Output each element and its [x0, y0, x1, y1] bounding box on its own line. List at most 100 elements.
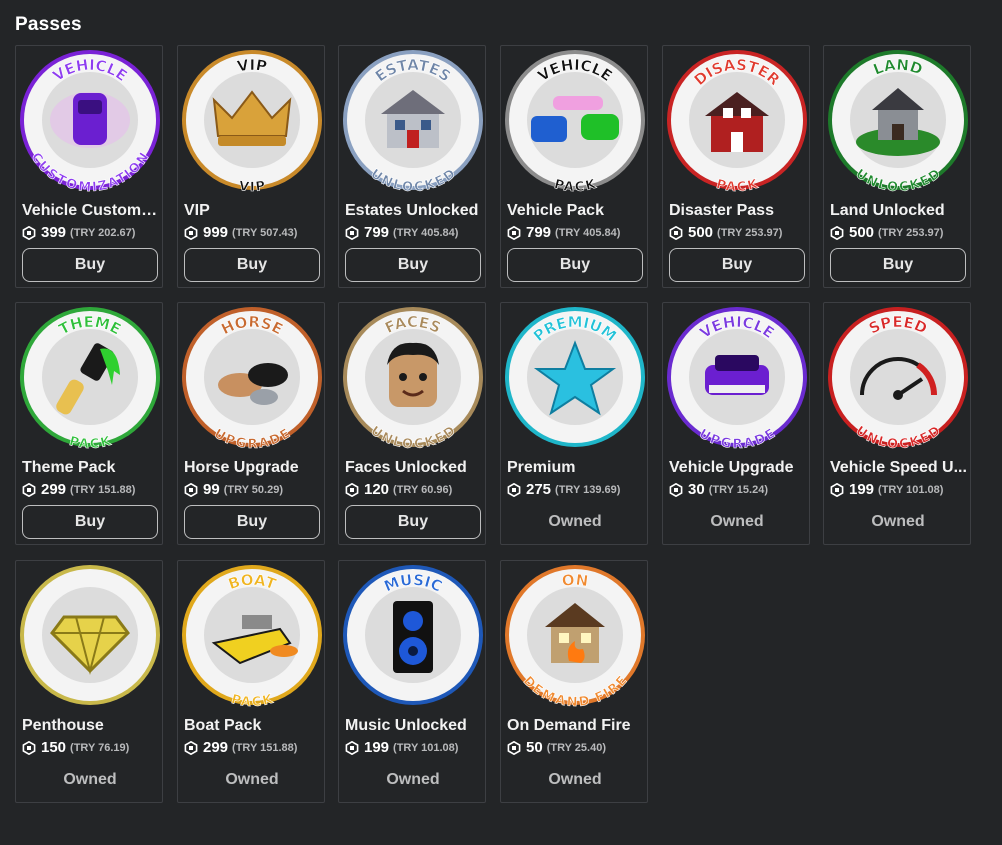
price-try: (TRY 15.24)	[708, 483, 768, 496]
pass-price: 275 (TRY 139.69)	[507, 481, 647, 498]
robux-icon	[669, 225, 683, 240]
price-try: (TRY 405.84)	[393, 226, 459, 239]
robux-icon	[22, 482, 36, 497]
pass-price: 299 (TRY 151.88)	[22, 481, 162, 498]
buy-button[interactable]: Buy	[184, 248, 320, 282]
price-amount: 799	[364, 224, 390, 241]
price-amount: 500	[849, 224, 875, 241]
pass-price: 199 (TRY 101.08)	[345, 739, 485, 756]
pass-name[interactable]: Vehicle Customiz...	[22, 202, 160, 220]
speedometer-badge-icon[interactable]: SPEED UNLOCKED	[826, 305, 970, 449]
pass-price: 799 (TRY 405.84)	[345, 224, 485, 241]
pass-price: 150 (TRY 76.19)	[22, 739, 162, 756]
purple-car-badge-icon[interactable]: VEHICLE CUSTOMIZATION	[18, 48, 162, 192]
buy-button[interactable]: Buy	[345, 505, 481, 539]
face-badge-icon[interactable]: FACES UNLOCKED	[341, 305, 485, 449]
pass-card[interactable]: VEHICLE CUSTOMIZATION Vehicle Customiz... 3…	[15, 45, 163, 288]
land-house-badge-icon[interactable]: LAND UNLOCKED	[826, 48, 970, 192]
price-try: (TRY 101.08)	[878, 483, 944, 496]
pass-name[interactable]: Penthouse	[22, 717, 160, 735]
owned-label: Owned	[63, 771, 117, 788]
star-badge-icon[interactable]: PREMIUM	[503, 305, 647, 449]
pass-name[interactable]: On Demand Fire	[507, 717, 645, 735]
pass-name[interactable]: Theme Pack	[22, 459, 160, 477]
buy-button[interactable]: Buy	[830, 248, 966, 282]
price-amount: 199	[364, 739, 390, 756]
pass-card[interactable]: FACES UNLOCKED Faces Unlocked 120 (TRY 60.96…	[338, 302, 486, 545]
price-try: (TRY 76.19)	[70, 741, 130, 754]
pass-name[interactable]: Vehicle Speed U...	[830, 459, 968, 477]
robux-icon	[507, 482, 521, 497]
robux-icon	[22, 740, 36, 755]
speaker-badge-icon[interactable]: MUSIC	[341, 563, 485, 707]
price-amount: 150	[41, 739, 67, 756]
pass-name[interactable]: Estates Unlocked	[345, 202, 483, 220]
price-amount: 30	[688, 481, 705, 498]
robux-icon	[22, 225, 36, 240]
pass-name[interactable]: Horse Upgrade	[184, 459, 322, 477]
paintbrush-badge-icon[interactable]: THEME PACK	[18, 305, 162, 449]
pass-name[interactable]: Faces Unlocked	[345, 459, 483, 477]
broken-house-badge-icon[interactable]: DISASTER PACK	[665, 48, 809, 192]
pass-name[interactable]: Music Unlocked	[345, 717, 483, 735]
pass-card[interactable]: ON DEMAND FIRE On Demand Fire 50 (TRY 25.40)…	[500, 560, 648, 803]
buy-button[interactable]: Buy	[22, 248, 158, 282]
price-try: (TRY 151.88)	[232, 741, 298, 754]
price-try: (TRY 60.96)	[393, 483, 453, 496]
price-amount: 399	[41, 224, 67, 241]
price-amount: 120	[364, 481, 390, 498]
svg-text:VIP: VIP	[238, 179, 266, 192]
pass-card[interactable]: MUSIC Music Unlocked 199 (TRY 101.08) Owned	[338, 560, 486, 803]
pass-card[interactable]: VEHICLE PACK Vehicle Pack 799 (TRY 405.84) Bu…	[500, 45, 648, 288]
pass-card[interactable]: ESTATES UNLOCKED Estates Unlocked 799 (TRY 4…	[338, 45, 486, 288]
robux-icon	[507, 740, 521, 755]
buy-button[interactable]: Buy	[669, 248, 805, 282]
pass-card[interactable]: VIP VIP VIP 999 (TRY 507.43) Buy	[177, 45, 325, 288]
svg-text:VIP: VIP	[236, 56, 269, 76]
badge-bottom-text: VIP	[238, 179, 267, 192]
pass-card[interactable]: HORSE UPGRADE Horse Upgrade 99 (TRY 50.29) Bu…	[177, 302, 325, 545]
price-amount: 275	[526, 481, 552, 498]
pass-name[interactable]: Vehicle Upgrade	[669, 459, 807, 477]
pass-price: 199 (TRY 101.08)	[830, 481, 970, 498]
pass-card[interactable]: DISASTER PACK Disaster Pass 500 (TRY 253.97)…	[662, 45, 810, 288]
pass-price: 120 (TRY 60.96)	[345, 481, 485, 498]
gold-crown-badge-icon[interactable]: VIP VIP	[180, 48, 324, 192]
burning-house-badge-icon[interactable]: ON DEMAND FIRE	[503, 563, 647, 707]
house-badge-icon[interactable]: ESTATES UNLOCKED	[341, 48, 485, 192]
price-try: (TRY 507.43)	[232, 226, 298, 239]
pass-name[interactable]: Boat Pack	[184, 717, 322, 735]
pass-card[interactable]: SPEED UNLOCKED Vehicle Speed U... 199 (TRY 1…	[823, 302, 971, 545]
owned-label: Owned	[548, 771, 602, 788]
pass-name[interactable]: Vehicle Pack	[507, 202, 645, 220]
pass-name[interactable]: Premium	[507, 459, 645, 477]
pass-card[interactable]: BOAT PACK Boat Pack 299 (TRY 151.88) Owned	[177, 560, 325, 803]
price-try: (TRY 101.08)	[393, 741, 459, 754]
price-amount: 500	[688, 224, 714, 241]
cars-badge-icon[interactable]: VEHICLE PACK	[503, 48, 647, 192]
buy-button[interactable]: Buy	[22, 505, 158, 539]
pass-card[interactable]: VEHICLE UPGRADE Vehicle Upgrade 30 (TRY 15.2…	[662, 302, 810, 545]
buy-button[interactable]: Buy	[507, 248, 643, 282]
pass-name[interactable]: VIP	[184, 202, 322, 220]
diamond-badge-icon[interactable]	[18, 563, 162, 707]
price-amount: 50	[526, 739, 543, 756]
pass-name[interactable]: Disaster Pass	[669, 202, 807, 220]
purple-car-front-badge-icon[interactable]: VEHICLE UPGRADE	[665, 305, 809, 449]
horses-badge-icon[interactable]: HORSE UPGRADE	[180, 305, 324, 449]
boat-badge-icon[interactable]: BOAT PACK	[180, 563, 324, 707]
robux-icon	[345, 740, 359, 755]
price-amount: 999	[203, 224, 229, 241]
pass-name[interactable]: Land Unlocked	[830, 202, 968, 220]
buy-button[interactable]: Buy	[184, 505, 320, 539]
pass-card[interactable]: PREMIUM Premium 275 (TRY 139.69) Owned	[500, 302, 648, 545]
pass-price: 799 (TRY 405.84)	[507, 224, 647, 241]
pass-card[interactable]: THEME PACK Theme Pack 299 (TRY 151.88) Buy	[15, 302, 163, 545]
owned-label: Owned	[710, 513, 764, 530]
pass-card[interactable]: LAND UNLOCKED Land Unlocked 500 (TRY 253.97)…	[823, 45, 971, 288]
buy-button[interactable]: Buy	[345, 248, 481, 282]
pass-card[interactable]: Penthouse 150 (TRY 76.19) Owned	[15, 560, 163, 803]
price-try: (TRY 253.97)	[717, 226, 783, 239]
price-amount: 299	[41, 481, 67, 498]
robux-icon	[830, 225, 844, 240]
